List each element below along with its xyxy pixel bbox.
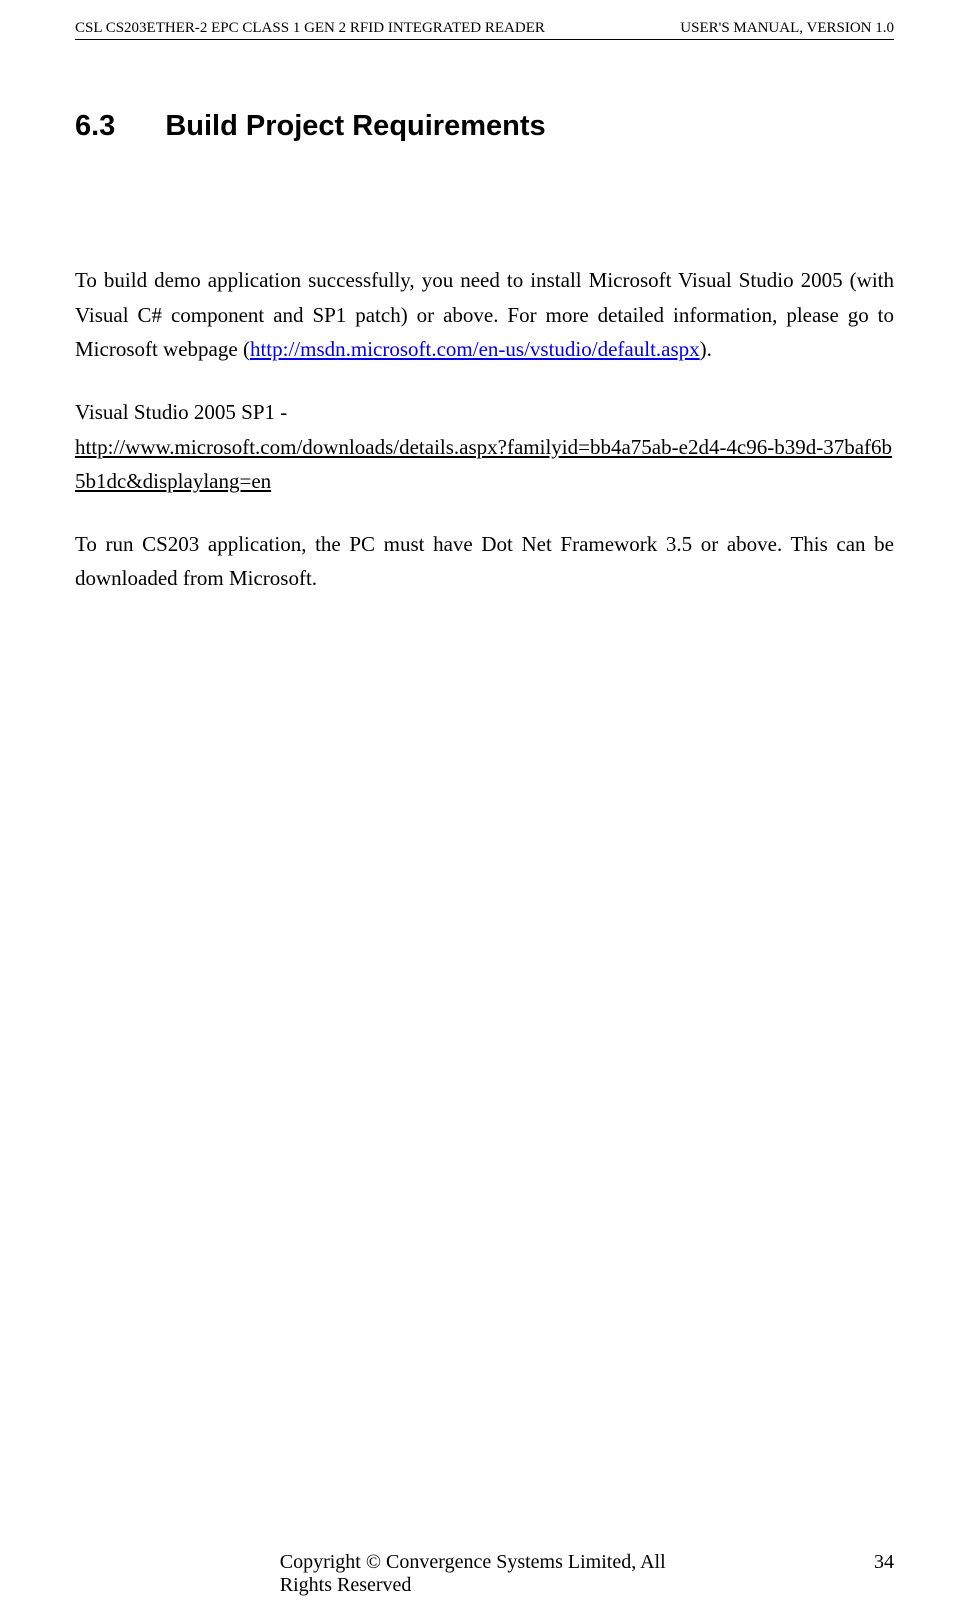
p2-label: Visual Studio 2005 SP1 - [75,395,894,430]
footer-copyright: Copyright © Convergence Systems Limited,… [280,1551,690,1597]
page-footer: Copyright © Convergence Systems Limited,… [75,1551,894,1574]
paragraph-3: To run CS203 application, the PC must ha… [75,527,894,596]
section-title: Build Project Requirements [165,110,545,142]
section-number: 6.3 [75,110,115,143]
footer-page-number: 34 [874,1551,894,1574]
header-right-text: USER'S MANUAL, VERSION 1.0 [680,20,894,37]
sp1-download-link[interactable]: http://www.microsoft.com/downloads/detai… [75,430,894,499]
page-header: CSL CS203ETHER-2 EPC CLASS 1 GEN 2 RFID … [75,20,894,40]
msdn-link[interactable]: http://msdn.microsoft.com/en-us/vstudio/… [250,337,700,361]
p1-text-b: ). [700,337,712,361]
section-heading: 6.3 Build Project Requirements [75,110,894,143]
header-left-text: CSL CS203ETHER-2 EPC CLASS 1 GEN 2 RFID … [75,20,545,37]
paragraph-2: Visual Studio 2005 SP1 - http://www.micr… [75,395,894,499]
paragraph-1: To build demo application successfully, … [75,263,894,367]
